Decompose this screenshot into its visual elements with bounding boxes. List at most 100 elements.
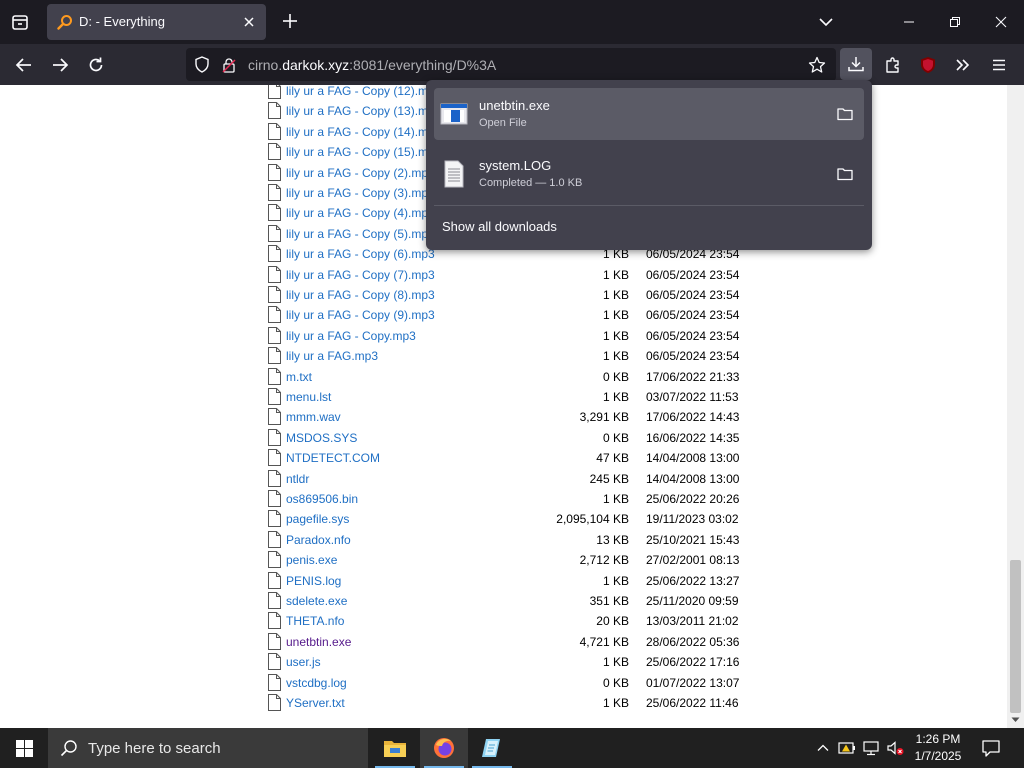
download-item-unetbtin[interactable]: unetbtin.exe Open File	[434, 88, 864, 140]
new-tab-icon[interactable]	[280, 11, 300, 31]
file-date: 06/05/2024 23:54	[646, 349, 740, 364]
file-link[interactable]: lily ur a FAG - Copy (9).mp3	[286, 308, 435, 322]
forward-button[interactable]	[47, 52, 73, 78]
arrow-right-icon	[53, 58, 69, 72]
file-link[interactable]: lily ur a FAG - Copy (7).mp3	[286, 268, 435, 282]
file-link[interactable]: Paradox.nfo	[286, 533, 351, 547]
file-icon	[268, 204, 281, 222]
reload-button[interactable]	[83, 52, 109, 78]
file-link[interactable]: lily ur a FAG - Copy (12).mp3	[286, 85, 441, 98]
file-icon	[268, 122, 281, 140]
taskbar-app-notepad[interactable]	[468, 728, 516, 768]
windows-logo-icon	[15, 739, 33, 757]
file-link[interactable]: sdelete.exe	[286, 594, 347, 608]
file-size: 0 KB	[602, 369, 629, 384]
file-icon	[268, 102, 281, 120]
file-link[interactable]: lily ur a FAG - Copy (14).mp3	[286, 125, 441, 139]
url-bar[interactable]: cirno.darkok.xyz:8081/everything/D%3A	[186, 48, 836, 81]
ublock-origin-icon	[921, 57, 935, 73]
tray-app-button[interactable]	[838, 739, 856, 757]
file-date: 17/06/2022 21:33	[646, 369, 740, 384]
url-text[interactable]: cirno.darkok.xyz:8081/everything/D%3A	[248, 57, 496, 73]
network-button[interactable]	[862, 739, 880, 757]
file-link[interactable]: penis.exe	[286, 553, 337, 567]
volume-button[interactable]	[886, 739, 904, 757]
file-icon	[268, 510, 281, 528]
shield-icon[interactable]	[194, 56, 210, 73]
file-date: 06/05/2024 23:54	[646, 328, 740, 343]
file-row: sdelete.exe 351 KB 25/11/2020 09:59	[268, 591, 748, 611]
file-link[interactable]: PENIS.log	[286, 574, 341, 588]
file-date: 25/11/2020 09:59	[646, 594, 739, 608]
insecure-lock-icon[interactable]	[222, 57, 236, 73]
url-path: :8081/everything/D%3A	[349, 57, 497, 73]
start-button[interactable]	[0, 728, 48, 768]
system-clock[interactable]: 1:26 PM 1/7/2025	[906, 731, 970, 765]
close-tab-icon[interactable]	[240, 13, 258, 31]
file-size: 20 KB	[596, 614, 629, 629]
file-link[interactable]: lily ur a FAG - Copy.mp3	[286, 329, 416, 343]
file-icon	[268, 388, 281, 405]
file-size: 1 KB	[602, 308, 629, 323]
file-link[interactable]: lily ur a FAG - Copy (4).mp3	[286, 206, 435, 220]
battery-warning-icon	[838, 742, 855, 754]
tab-strip: D: - Everything	[0, 0, 1024, 44]
file-link[interactable]: lily ur a FAG - Copy (6).mp3	[286, 247, 435, 261]
file-date: 06/05/2024 23:54	[646, 288, 740, 302]
file-link[interactable]: lily ur a FAG - Copy (13).mp3	[286, 104, 441, 118]
download-item-system-log[interactable]: system.LOG Completed — 1.0 KB	[434, 148, 864, 200]
file-date: 13/03/2011 21:02	[646, 614, 739, 629]
taskbar-file-explorer[interactable]	[371, 728, 419, 768]
more-tools-button[interactable]	[950, 52, 976, 78]
file-link[interactable]: os869506.bin	[286, 492, 358, 506]
file-link[interactable]: lily ur a FAG - Copy (2).mp3	[286, 166, 435, 180]
minimize-icon	[904, 21, 914, 23]
bookmark-star-icon[interactable]	[808, 56, 826, 74]
file-link[interactable]: lily ur a FAG - Copy (15).mp3	[286, 145, 441, 159]
scrollbar[interactable]	[1007, 85, 1024, 728]
file-link[interactable]: unetbtin.exe	[286, 635, 351, 649]
minimize-button[interactable]	[886, 0, 932, 44]
file-icon	[268, 85, 281, 99]
file-row: YServer.txt 1 KB 25/06/2022 11:46	[268, 693, 748, 713]
restore-button[interactable]	[932, 0, 978, 44]
file-row: penis.exe 2,712 KB 27/02/2001 08:13	[268, 550, 748, 570]
scroll-down-arrow-icon[interactable]	[1011, 715, 1020, 724]
folder-icon[interactable]	[836, 165, 854, 183]
show-hidden-icons-button[interactable]	[814, 739, 832, 757]
app-menu-button[interactable]	[986, 52, 1012, 78]
show-all-downloads-button[interactable]: Show all downloads	[442, 219, 557, 234]
file-link[interactable]: m.txt	[286, 370, 312, 384]
file-link[interactable]: pagefile.sys	[286, 512, 349, 526]
scrollbar-thumb[interactable]	[1010, 560, 1021, 713]
file-link[interactable]: menu.lst	[286, 390, 331, 404]
taskbar-search-box[interactable]: Type here to search	[48, 728, 368, 768]
chevron-down-icon[interactable]	[816, 12, 836, 32]
file-link[interactable]: NTDETECT.COM	[286, 451, 380, 465]
file-link[interactable]: YServer.txt	[286, 696, 345, 710]
tab-active[interactable]: D: - Everything	[47, 4, 266, 40]
file-link[interactable]: mmm.wav	[286, 410, 341, 424]
file-date: 17/06/2022 14:43	[646, 410, 740, 425]
file-row: lily ur a FAG - Copy (9).mp3 1 KB 06/05/20…	[268, 305, 748, 325]
ublock-origin-button[interactable]	[915, 52, 941, 78]
file-link[interactable]: user.js	[286, 655, 321, 669]
file-link[interactable]: MSDOS.SYS	[286, 431, 357, 445]
notification-center-icon[interactable]	[980, 737, 1002, 759]
taskbar-firefox[interactable]	[420, 728, 468, 768]
extensions-button[interactable]	[880, 52, 906, 78]
folder-icon[interactable]	[836, 105, 854, 123]
downloads-button[interactable]	[840, 48, 872, 80]
file-link[interactable]: lily ur a FAG - Copy (3).mp3	[286, 186, 435, 200]
close-window-button[interactable]	[978, 0, 1024, 44]
file-link[interactable]: THETA.nfo	[286, 614, 344, 628]
file-link[interactable]: lily ur a FAG - Copy (8).mp3	[286, 288, 435, 302]
back-button[interactable]	[11, 52, 37, 78]
file-link[interactable]: ntldr	[286, 472, 309, 486]
file-link[interactable]: vstcdbg.log	[286, 676, 347, 690]
file-row: vstcdbg.log 0 KB 01/07/2022 13:07	[268, 673, 748, 693]
file-row: unetbtin.exe 4,721 KB 28/06/2022 05:36	[268, 632, 748, 652]
file-link[interactable]: lily ur a FAG - Copy (5).mp3	[286, 227, 435, 241]
tab-list-icon[interactable]	[8, 10, 32, 34]
file-link[interactable]: lily ur a FAG.mp3	[286, 349, 378, 363]
